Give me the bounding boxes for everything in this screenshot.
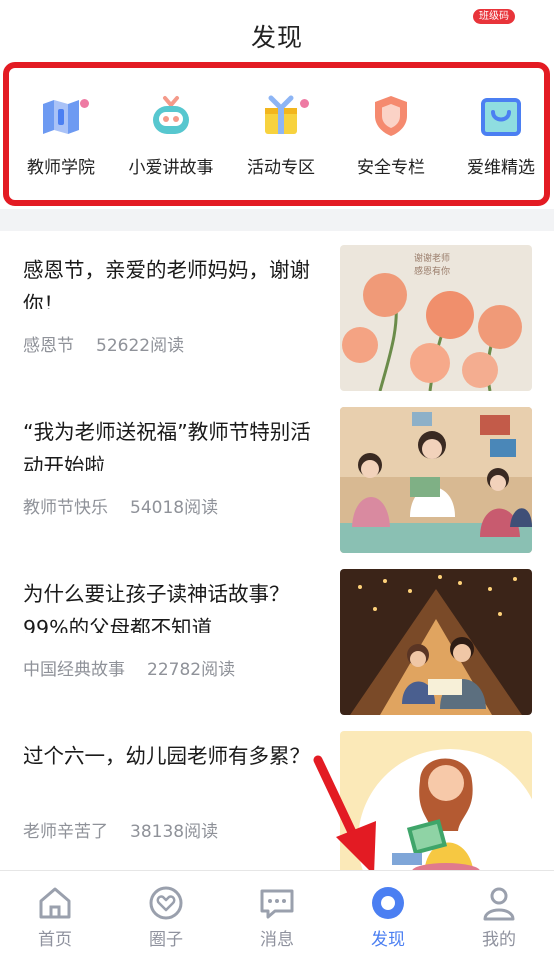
heart-circle-icon: [146, 883, 186, 923]
section-divider: [0, 209, 554, 231]
tab-circle[interactable]: 圈子: [126, 883, 206, 950]
shortcut-teacher-academy[interactable]: 教师学院: [6, 92, 116, 178]
article-reads: 52622阅读: [96, 336, 185, 356]
tab-messages[interactable]: 消息: [237, 883, 317, 950]
tab-mine[interactable]: 我的: [459, 883, 539, 950]
red-arrow-annotation: [313, 755, 376, 875]
notification-dot: [80, 99, 89, 108]
chat-bubble-icon: [257, 883, 297, 923]
shortcut-label: 爱维精选: [467, 158, 535, 178]
shortcut-label: 安全专栏: [357, 158, 425, 178]
article-reads: 38138阅读: [130, 822, 219, 842]
shortcut-selection[interactable]: 爱维精选: [446, 92, 554, 178]
home-icon: [35, 883, 75, 923]
header: 发现 班级码: [0, 0, 554, 62]
class-code-badge[interactable]: 班级码: [473, 9, 515, 24]
article-tag: 教师节快乐: [23, 498, 108, 518]
article-meta: 中国经典故事 22782阅读: [23, 655, 235, 680]
article-reads: 22782阅读: [147, 660, 236, 680]
article-item[interactable]: “我为老师送祝福”教师节特别活动开始啦 教师节快乐 54018阅读: [0, 393, 554, 553]
article-tag: 老师辛苦了: [23, 822, 108, 842]
article-item[interactable]: 为什么要让孩子读神话故事？99%的父母都不知道 中国经典故事 22782阅读: [0, 555, 554, 715]
article-title: 感恩节，亲爱的老师妈妈，谢谢你！: [23, 258, 310, 309]
article-title: 为什么要让孩子读神话故事？99%的父母都不知道: [23, 582, 290, 633]
book-icon: [37, 92, 89, 140]
bottom-tab-bar: 首页 圈子 消息 发现 我的: [0, 870, 554, 958]
tab-discover[interactable]: 发现: [348, 883, 428, 950]
article-tag: 中国经典故事: [23, 660, 125, 680]
gift-icon: [257, 92, 309, 140]
article-meta: 老师辛苦了 38138阅读: [23, 817, 218, 842]
article-title: “我为老师送祝福”教师节特别活动开始啦: [23, 420, 311, 471]
article-reads: 54018阅读: [130, 498, 219, 518]
tab-label: 发现: [371, 930, 405, 950]
shortcut-story[interactable]: 小爱讲故事: [116, 92, 226, 178]
notification-dot: [300, 99, 309, 108]
shortcut-panel: 教师学院 小爱讲故事 活动专区 安全专栏 爱维精选: [3, 62, 550, 206]
article-item[interactable]: 感恩节，亲爱的老师妈妈，谢谢你！ 感恩节 52622阅读 谢谢老师 感恩有你: [0, 231, 554, 391]
teacher-with-children-image: [340, 407, 532, 553]
discover-icon: [368, 883, 408, 923]
father-reading-in-tent-image: [340, 569, 532, 715]
carnation-flowers-image: 谢谢老师 感恩有你: [340, 245, 532, 391]
tab-label: 消息: [260, 930, 294, 950]
robot-icon: [147, 92, 195, 140]
shortcut-label: 活动专区: [247, 158, 315, 178]
tab-home[interactable]: 首页: [15, 883, 95, 950]
shortcut-safety[interactable]: 安全专栏: [336, 92, 446, 178]
person-icon: [479, 883, 519, 923]
article-item[interactable]: 过个六一，幼儿园老师有多累？ 老师辛苦了 38138阅读: [0, 717, 554, 877]
shopping-bag-icon: [477, 92, 525, 140]
shortcut-label: 教师学院: [27, 158, 95, 178]
tab-label: 圈子: [149, 930, 183, 950]
shortcut-label: 小爱讲故事: [128, 158, 214, 178]
thumb-caption-2: 感恩有你: [414, 265, 450, 277]
article-meta: 感恩节 52622阅读: [23, 331, 184, 356]
shortcut-activities[interactable]: 活动专区: [226, 92, 336, 178]
shield-icon: [367, 92, 415, 140]
article-title: 过个六一，幼儿园老师有多累？: [23, 744, 310, 768]
thumb-caption-1: 谢谢老师: [414, 252, 450, 264]
page-title: 发现: [250, 23, 303, 52]
article-tag: 感恩节: [23, 336, 74, 356]
tab-label: 首页: [38, 930, 72, 950]
tab-label: 我的: [482, 930, 516, 950]
article-meta: 教师节快乐 54018阅读: [23, 493, 218, 518]
